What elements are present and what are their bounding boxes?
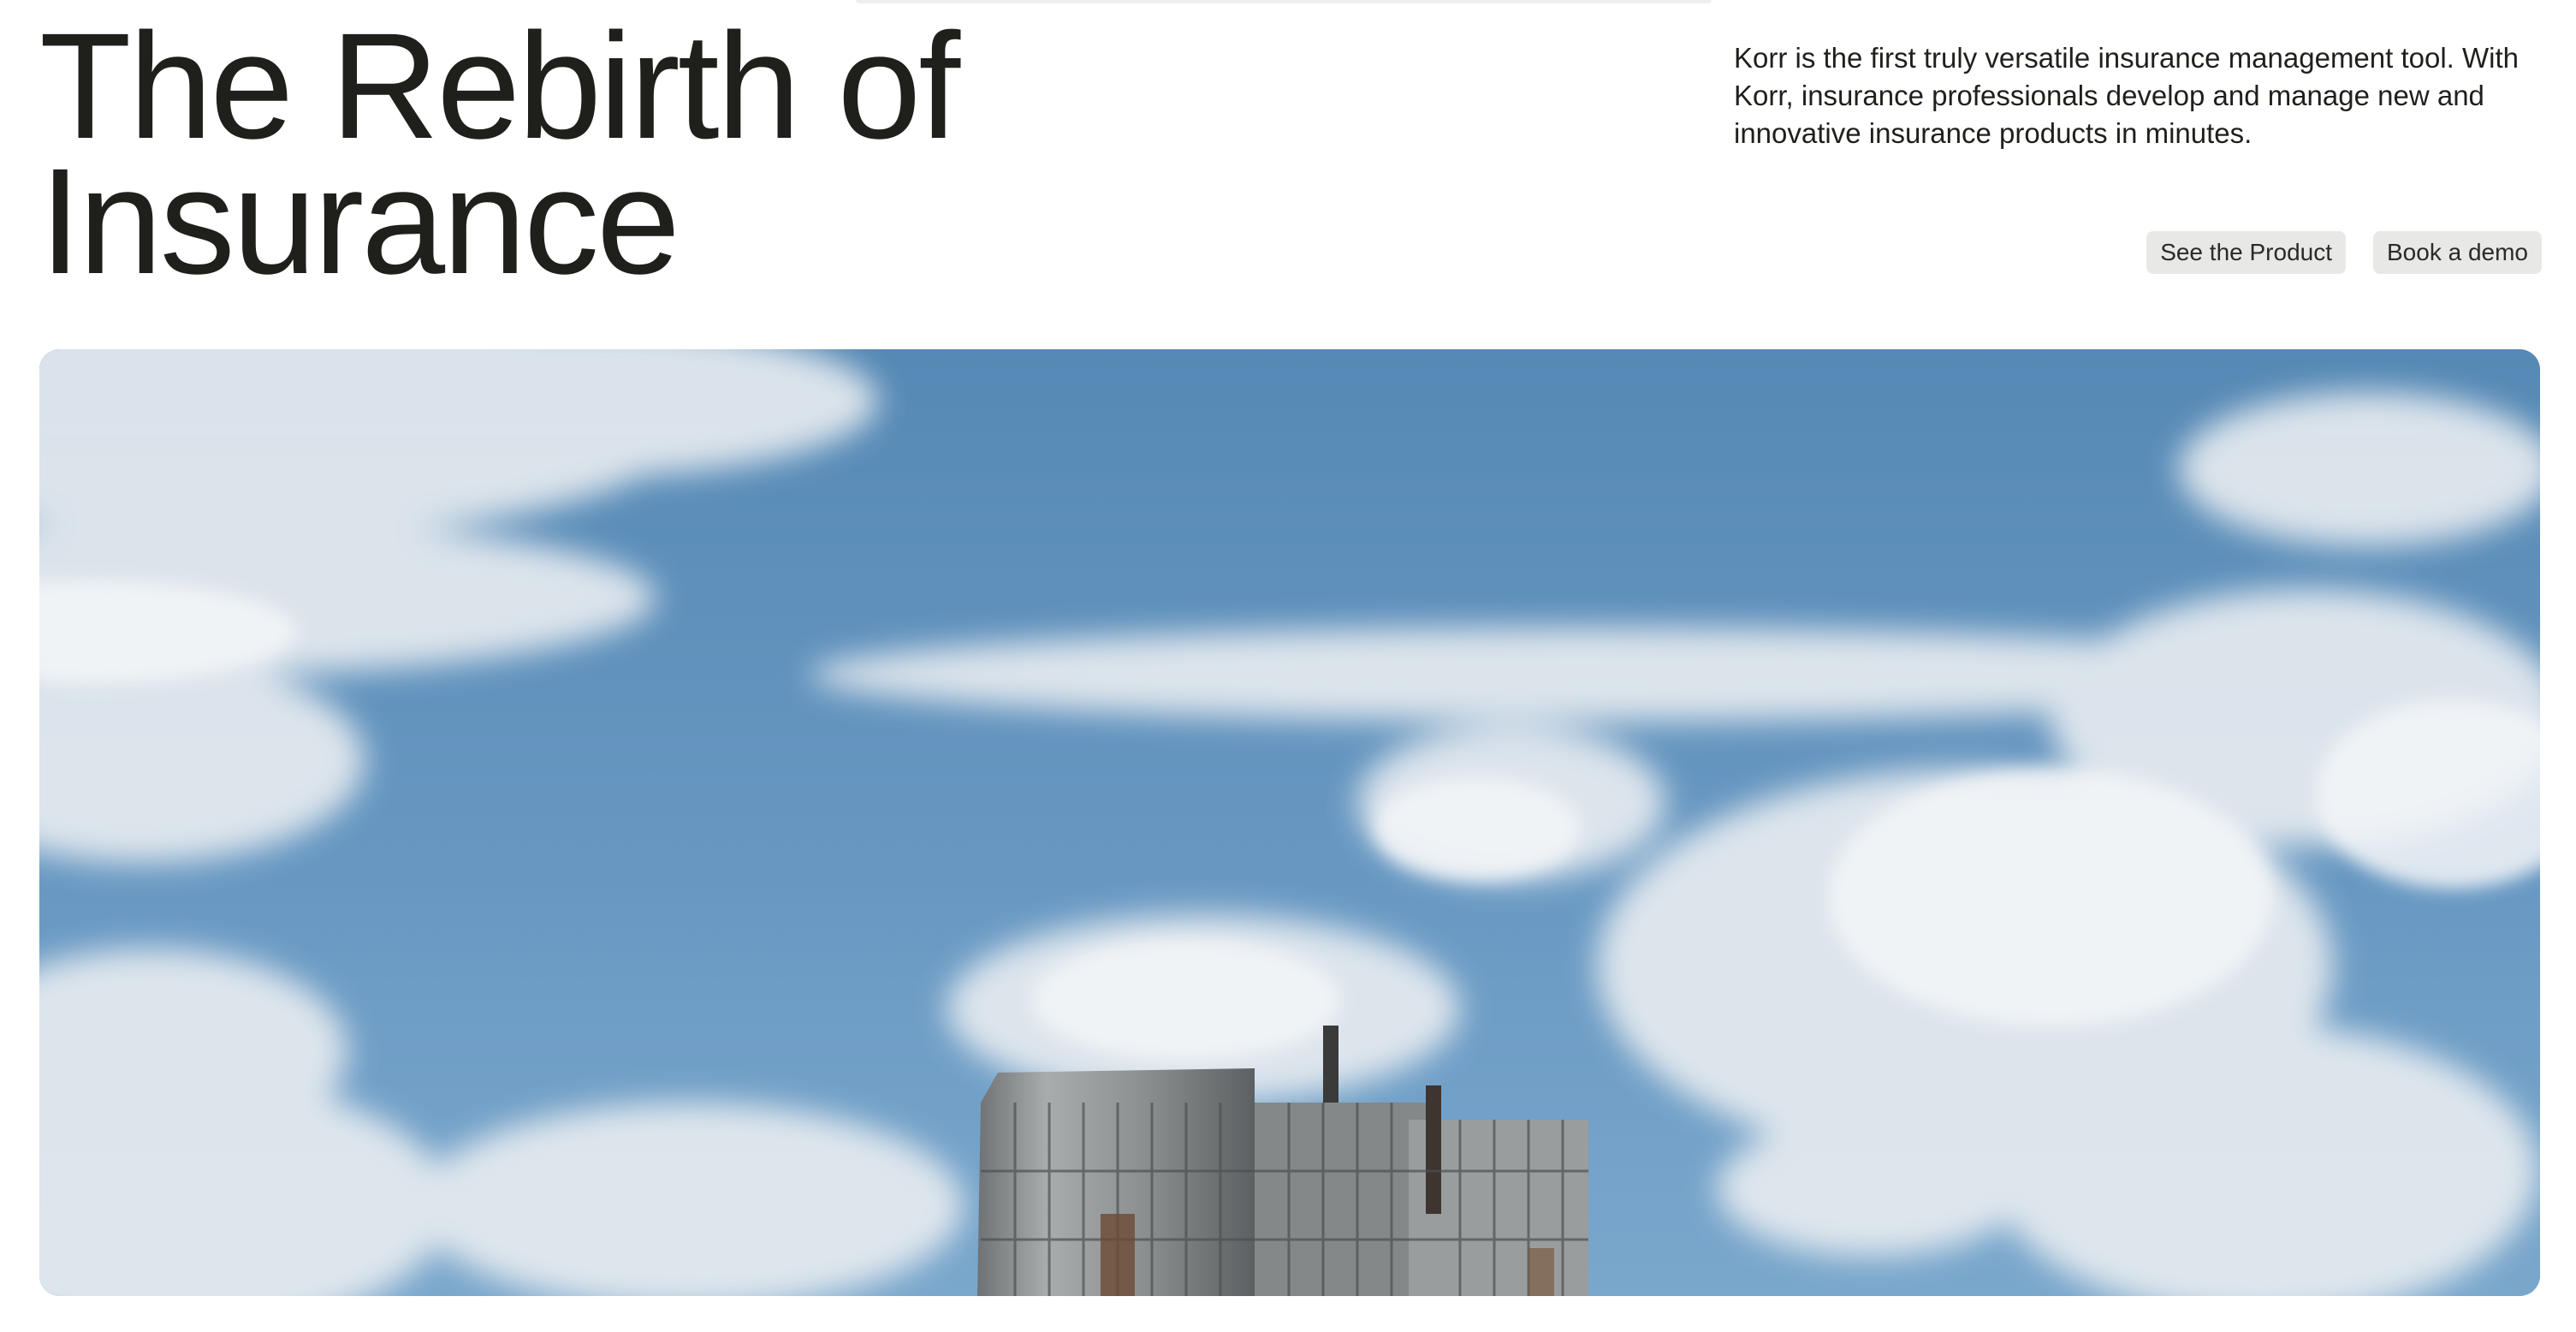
headline-line-1: The Rebirth of [39,3,960,170]
hero-image [39,349,2540,1296]
headline-line-2: Insurance [39,138,680,306]
book-demo-button[interactable]: Book a demo [2373,231,2542,274]
see-product-button[interactable]: See the Product [2146,231,2346,274]
intro-text: Korr is the first truly versatile insura… [1734,42,2520,149]
page-title: The Rebirth of Insurance [39,3,1152,306]
cta-group: See the Product Book a demo [2146,231,2542,274]
sky-with-building-illustration [39,349,2540,1296]
top-strip [856,0,1712,3]
